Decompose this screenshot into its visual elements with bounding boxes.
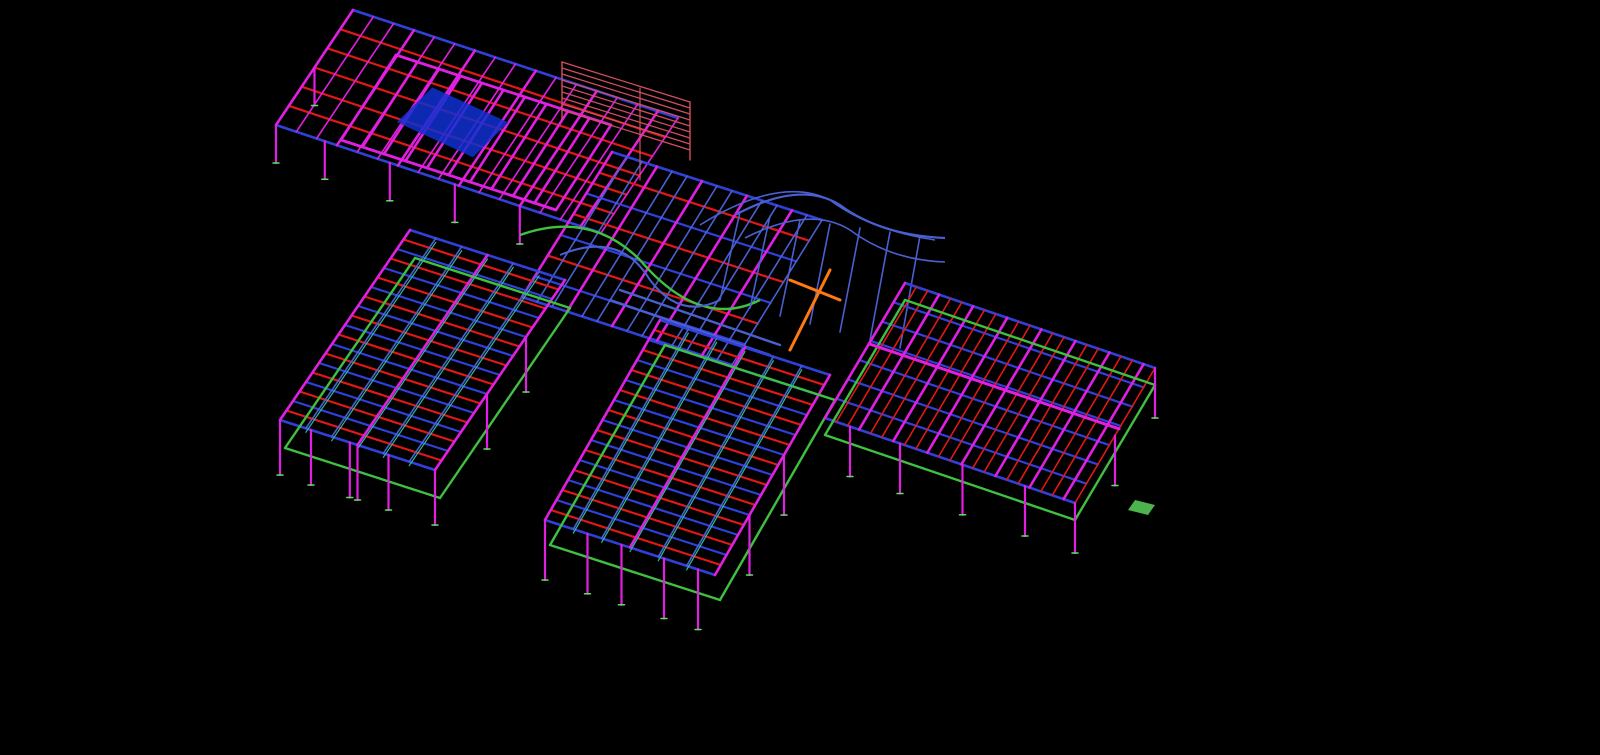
beam (295, 15, 375, 133)
beam (382, 262, 515, 455)
bracing (408, 275, 540, 467)
slab-piece (1128, 500, 1155, 515)
bracing (657, 360, 774, 562)
beam (433, 278, 567, 472)
girder (867, 342, 1121, 431)
roof-rafter (339, 53, 398, 142)
beam (304, 237, 437, 430)
west-wing-frame[interactable] (276, 228, 572, 527)
model-viewport[interactable] (0, 0, 1600, 755)
edge-beam (663, 343, 837, 402)
roof-girder (339, 138, 558, 212)
beam (278, 228, 412, 422)
edge-beam (823, 298, 907, 437)
edge-beam (823, 433, 1077, 522)
stair-rail (561, 61, 691, 103)
beam (551, 160, 643, 308)
beam (713, 373, 832, 577)
stair-rail (561, 73, 691, 115)
edge-beam (413, 256, 572, 310)
east-wing-frame[interactable] (823, 281, 1159, 555)
beam (408, 270, 541, 463)
bracing (601, 341, 718, 543)
roof-rafter (361, 60, 419, 149)
connector-frame[interactable] (519, 150, 824, 367)
structural-model-3d-view[interactable] (0, 0, 1600, 755)
stair-rail (561, 103, 691, 145)
center-wing-frame[interactable] (541, 318, 837, 631)
canopy-rib (749, 215, 771, 309)
roof-rafter (533, 116, 591, 205)
bracing (629, 350, 746, 553)
beam (330, 245, 463, 438)
bracing (572, 332, 689, 534)
beam (356, 253, 489, 447)
beam (315, 22, 395, 140)
canopy-rib (839, 227, 861, 333)
edge-beam (438, 306, 572, 500)
stair-rail (561, 85, 691, 127)
